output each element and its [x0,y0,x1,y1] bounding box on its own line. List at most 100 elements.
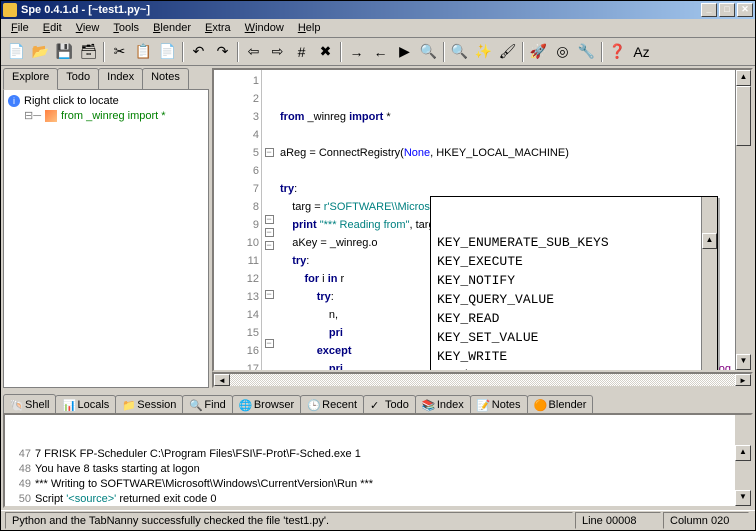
sidebar-tab-explore[interactable]: Explore [3,68,58,90]
toolbar-save-button[interactable]: 💾 [53,41,76,63]
toolbar-rocket-button[interactable]: 🚀 [527,41,550,63]
bottom-tab-browser[interactable]: 🌐Browser [232,395,301,413]
menu-edit[interactable]: Edit [37,20,68,36]
maximize-button[interactable]: □ [719,3,735,17]
toolbar-target-button[interactable]: ◎ [551,41,574,63]
bottom-tab-index[interactable]: 📚Index [415,395,471,413]
bottom-tab-shell[interactable]: 🐚Shell [3,394,56,413]
bottom-tab-recent[interactable]: 🕒Recent [300,395,364,413]
scroll-thumb[interactable] [736,86,751,146]
bottom-tab-blender[interactable]: 🟠Blender [527,395,594,413]
toolbar-paste-button[interactable]: 📄 [156,41,179,63]
menu-tools[interactable]: Tools [107,20,145,36]
output-line: 477 FRISK FP-Scheduler C:\Program Files\… [9,447,747,462]
bottom-tab-todo[interactable]: ✓Todo [363,395,416,413]
autocomplete-item[interactable]: KEY_ENUMERATE_SUB_KEYS [431,233,717,252]
toolbar-saveall-button[interactable]: 🗃 [77,41,100,63]
sidebar-tab-todo[interactable]: Todo [57,68,99,89]
app-icon [3,3,17,17]
code-editor[interactable]: 123456789101112131415161718 − −−− − − fr… [212,68,753,372]
menu-file[interactable]: File [5,20,35,36]
toolbar-brush-button[interactable]: 🖌 [496,41,519,63]
scroll-track[interactable] [230,374,735,386]
toolbar-debug-button[interactable]: 🔍 [417,41,440,63]
status-column: Column 020 [663,512,749,529]
sidebar-tabs: ExploreTodoIndexNotes [3,68,209,89]
explore-panel[interactable]: i Right click to locate ⊟─ from _winreg … [3,89,209,388]
toolbar-az-button[interactable]: Aᴢ [630,41,653,63]
code-line[interactable] [280,126,751,144]
toolbar-fwd-button[interactable]: ⇨ [266,41,289,63]
scroll-right-icon[interactable]: ► [735,374,751,386]
autocomplete-item[interactable]: KEY_NOTIFY [431,271,717,290]
autocomplete-item[interactable]: KEY_SET_VALUE [431,328,717,347]
toolbar: 📄📂💾🗃✂📋📄↶↷⇦⇨#✖→←▶🔍🔍✨🖌🚀◎🔧❓Aᴢ [1,38,755,66]
toolbar-search-button[interactable]: 🔍 [448,41,471,63]
blender-icon: 🟠 [534,399,546,411]
close-button[interactable]: ✕ [737,3,753,17]
fold-column[interactable]: − −−− − − [262,70,276,370]
menu-window[interactable]: Window [239,20,290,36]
tree-child-label: from _winreg import * [61,110,166,122]
toolbar-help-button[interactable]: ❓ [606,41,629,63]
scroll-up-icon[interactable]: ▲ [735,445,751,461]
tree-root[interactable]: i Right click to locate [8,94,204,108]
bottom-tab-session[interactable]: 📁Session [115,395,183,413]
menu-blender[interactable]: Blender [147,20,197,36]
info-icon: i [8,95,20,107]
find-icon: 🔍 [189,399,201,411]
tree-child[interactable]: ⊟─ from _winreg import * [8,108,204,123]
scroll-down-icon[interactable]: ▼ [735,490,751,506]
sidebar: ExploreTodoIndexNotes i Right click to l… [3,68,209,388]
toolbar-cut-button[interactable]: ✂ [108,41,131,63]
code-line[interactable] [280,162,751,180]
autocomplete-item[interactable]: KEY_EXECUTE [431,252,717,271]
toolbar-nokey-button[interactable]: ✖ [314,41,337,63]
autocomplete-item[interactable]: KEY_WRITE [431,347,717,366]
autocomplete-scrollbar[interactable]: ▲ ▼ [701,197,717,370]
sidebar-tab-notes[interactable]: Notes [142,68,189,89]
toolbar-dedent-button[interactable]: ← [369,41,392,63]
output-line: 50Script '<source>' returned exit code 0 [9,492,747,507]
menu-help[interactable]: Help [292,20,327,36]
tree-root-label: Right click to locate [24,95,119,107]
bottom-tab-locals[interactable]: 📊Locals [55,395,116,413]
status-message: Python and the TabNanny successfully che… [5,512,573,529]
todo-icon: ✓ [370,399,382,411]
recent-icon: 🕒 [307,399,319,411]
toolbar-wand-button[interactable]: ✨ [472,41,495,63]
menu-view[interactable]: View [70,20,106,36]
toolbar-wrench-button[interactable]: 🔧 [575,41,598,63]
toolbar-indent-button[interactable]: → [345,41,368,63]
scroll-down-icon[interactable]: ▼ [736,354,751,370]
menu-extra[interactable]: Extra [199,20,237,36]
toolbar-undo-button[interactable]: ↶ [187,41,210,63]
minimize-button[interactable]: _ [701,3,717,17]
toolbar-hash-button[interactable]: # [290,41,313,63]
code-line[interactable]: from _winreg import * [280,108,751,126]
autocomplete-popup[interactable]: KEY_ENUMERATE_SUB_KEYSKEY_EXECUTEKEY_NOT… [430,196,718,370]
toolbar-separator [103,42,105,62]
autocomplete-item[interactable]: LoadKey [431,366,717,370]
toolbar-back-button[interactable]: ⇦ [242,41,265,63]
bottom-tab-notes[interactable]: 📝Notes [470,395,528,413]
scroll-up-icon[interactable]: ▲ [736,70,751,86]
bottom-tab-find[interactable]: 🔍Find [182,395,232,413]
toolbar-run-button[interactable]: ▶ [393,41,416,63]
status-line: Line 00008 [575,512,661,529]
notes-icon: 📝 [477,399,489,411]
toolbar-redo-button[interactable]: ↷ [211,41,234,63]
output-vscrollbar[interactable]: ▲ ▼ [735,415,751,506]
scroll-up-icon[interactable]: ▲ [702,233,717,249]
autocomplete-item[interactable]: KEY_READ [431,309,717,328]
toolbar-new-button[interactable]: 📄 [5,41,28,63]
scroll-left-icon[interactable]: ◄ [214,374,230,386]
code-content[interactable]: from _winreg import * aReg = ConnectRegi… [276,70,751,370]
toolbar-copy-button[interactable]: 📋 [132,41,155,63]
shell-output[interactable]: 477 FRISK FP-Scheduler C:\Program Files\… [3,413,753,508]
toolbar-open-button[interactable]: 📂 [29,41,52,63]
autocomplete-item[interactable]: KEY_QUERY_VALUE [431,290,717,309]
editor-hscrollbar[interactable]: ◄ ► [212,372,753,388]
sidebar-tab-index[interactable]: Index [98,68,143,89]
code-line[interactable]: aReg = ConnectRegistry(None, HKEY_LOCAL_… [280,144,751,162]
